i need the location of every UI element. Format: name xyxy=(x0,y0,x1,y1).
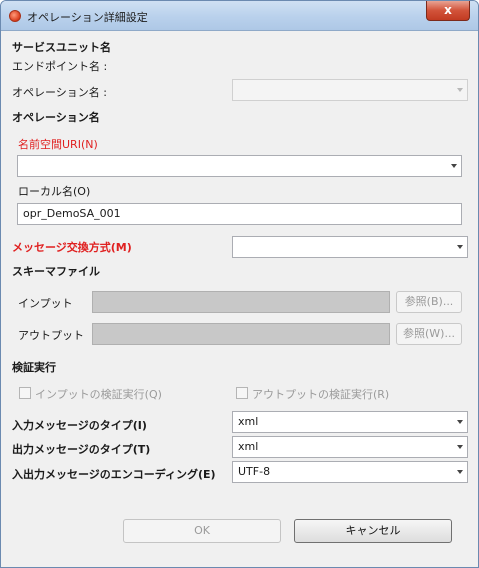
encoding-label: 入出力メッセージのエンコーディング(E) xyxy=(12,468,216,481)
chevron-down-icon xyxy=(457,470,463,474)
output-schema-field[interactable] xyxy=(92,323,390,345)
operation-name-select[interactable] xyxy=(232,79,468,101)
encoding-select[interactable]: UTF-8 xyxy=(232,461,468,483)
schema-file-heading: スキーマファイル xyxy=(12,265,100,278)
window-title: オペレーション詳細設定 xyxy=(27,11,148,24)
cancel-button[interactable]: キャンセル xyxy=(294,519,452,543)
input-message-type-value: xml xyxy=(238,415,259,428)
operation-detail-dialog: オペレーション詳細設定 x サービスユニット名 エンドポイント名 : オペレーシ… xyxy=(0,0,479,568)
chevron-down-icon xyxy=(451,164,457,168)
input-browse-button[interactable]: 参照(B)... xyxy=(396,291,462,313)
service-unit-heading: サービスユニット名 xyxy=(12,41,111,54)
local-name-input[interactable]: opr_DemoSA_001 xyxy=(17,203,462,225)
operation-heading: オペレーション名 xyxy=(12,111,100,124)
encoding-value: UTF-8 xyxy=(238,465,271,478)
message-exchange-select[interactable] xyxy=(232,236,468,258)
input-schema-label: インプット xyxy=(18,297,73,310)
output-message-type-label: 出力メッセージのタイプ(T) xyxy=(12,443,151,456)
dialog-body: サービスユニット名 エンドポイント名 : オペレーション名 : オペレーション名… xyxy=(6,31,473,562)
output-message-type-select[interactable]: xml xyxy=(232,436,468,458)
input-validation-checkbox[interactable] xyxy=(19,387,31,399)
chevron-down-icon xyxy=(457,445,463,449)
message-exchange-label: メッセージ交換方式(M) xyxy=(12,241,132,254)
input-validation-label: インプットの検証実行(Q) xyxy=(35,388,162,401)
ok-button[interactable]: OK xyxy=(123,519,281,543)
endpoint-label: エンドポイント名 : xyxy=(12,60,108,73)
app-icon xyxy=(9,10,21,22)
output-validation-label: アウトプットの検証実行(R) xyxy=(252,388,390,401)
output-browse-button[interactable]: 参照(W)... xyxy=(396,323,462,345)
chevron-down-icon xyxy=(457,245,463,249)
input-message-type-label: 入力メッセージのタイプ(I) xyxy=(12,419,147,432)
chevron-down-icon xyxy=(457,420,463,424)
output-validation-checkbox[interactable] xyxy=(236,387,248,399)
output-message-type-value: xml xyxy=(238,440,259,453)
title-bar[interactable]: オペレーション詳細設定 x xyxy=(1,1,478,31)
output-schema-label: アウトプット xyxy=(18,329,84,342)
input-schema-field[interactable] xyxy=(92,291,390,313)
local-name-label: ローカル名(O) xyxy=(18,185,91,198)
validation-heading: 検証実行 xyxy=(12,361,56,374)
operation-name-label: オペレーション名 : xyxy=(12,86,107,99)
namespace-uri-label: 名前空間URI(N) xyxy=(18,138,98,151)
close-button[interactable]: x xyxy=(426,1,470,21)
input-message-type-select[interactable]: xml xyxy=(232,411,468,433)
chevron-down-icon xyxy=(457,88,463,92)
namespace-uri-combo[interactable] xyxy=(17,155,462,177)
